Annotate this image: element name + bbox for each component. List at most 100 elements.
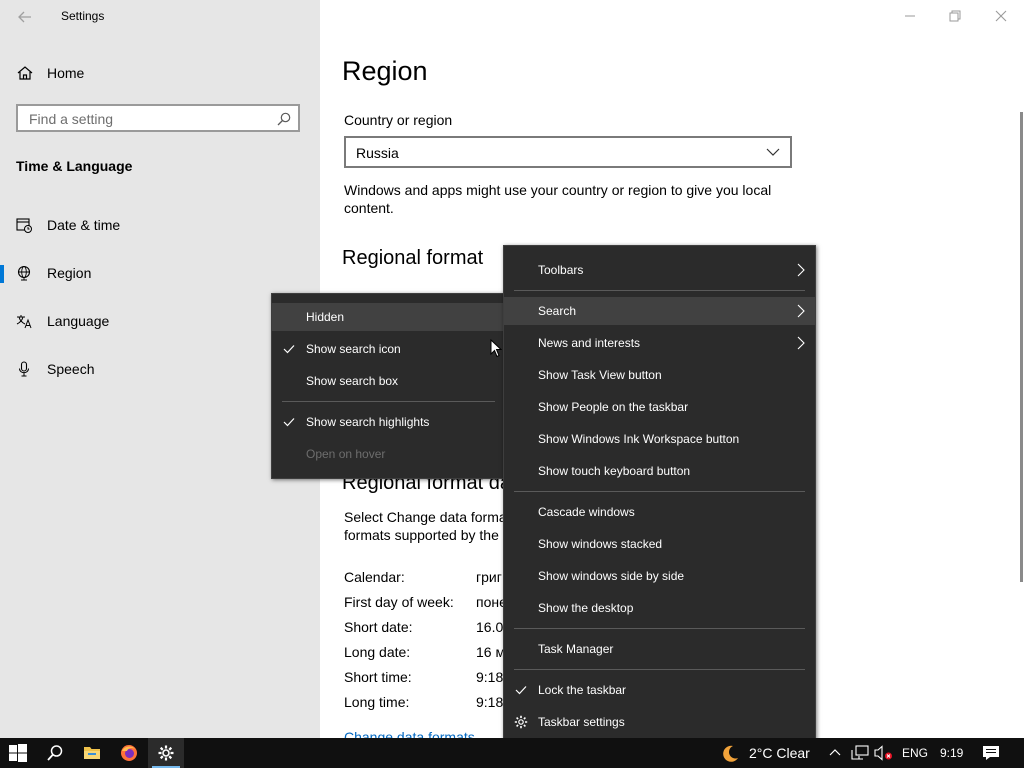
clock[interactable]: 9:19 bbox=[940, 746, 963, 760]
menu-item-taskbar-settings[interactable]: Taskbar settings bbox=[504, 708, 815, 736]
menu-separator bbox=[514, 491, 805, 492]
chevron-up-icon[interactable] bbox=[829, 747, 841, 759]
format-key: Long date: bbox=[344, 644, 411, 660]
taskbar-context-menu: Toolbars Search News and interests Show … bbox=[503, 245, 816, 747]
menu-separator bbox=[282, 401, 495, 402]
checkmark-icon bbox=[283, 418, 295, 427]
menu-item-label: Cascade windows bbox=[538, 505, 635, 519]
menu-item-label: Show search box bbox=[306, 374, 399, 388]
menu-item-label: Taskbar settings bbox=[538, 715, 625, 729]
start-button[interactable] bbox=[0, 738, 36, 768]
calendar-clock-icon bbox=[16, 218, 32, 233]
menu-item-show-ink-workspace[interactable]: Show Windows Ink Workspace button bbox=[504, 425, 815, 453]
gear-icon bbox=[514, 715, 528, 729]
chevron-right-icon bbox=[797, 336, 805, 350]
menu-item-news-and-interests[interactable]: News and interests bbox=[504, 329, 815, 357]
back-button[interactable] bbox=[14, 6, 36, 28]
sidebar-item-region[interactable]: Region bbox=[0, 256, 320, 290]
search-icon bbox=[47, 745, 63, 761]
format-key: First day of week: bbox=[344, 594, 454, 610]
country-value: Russia bbox=[356, 145, 399, 161]
restore-icon bbox=[949, 10, 961, 22]
search-icon[interactable] bbox=[276, 111, 292, 127]
menu-item-cascade-windows[interactable]: Cascade windows bbox=[504, 498, 815, 526]
menu-item-show-task-view[interactable]: Show Task View button bbox=[504, 361, 815, 389]
menu-item-windows-side-by-side[interactable]: Show windows side by side bbox=[504, 562, 815, 590]
microphone-icon bbox=[19, 361, 29, 377]
format-key: Short date: bbox=[344, 619, 413, 635]
menu-item-lock-taskbar[interactable]: Lock the taskbar bbox=[504, 676, 815, 704]
menu-item-show-search-box[interactable]: Show search box bbox=[272, 367, 505, 395]
search-input[interactable] bbox=[27, 110, 271, 128]
home-nav-item[interactable]: Home bbox=[16, 62, 84, 84]
firefox-button[interactable] bbox=[111, 738, 147, 768]
country-label: Country or region bbox=[344, 112, 453, 128]
back-arrow-icon bbox=[18, 11, 31, 23]
gear-icon bbox=[158, 745, 174, 761]
sidebar-item-date-time[interactable]: Date & time bbox=[0, 208, 320, 242]
menu-item-label: Show windows stacked bbox=[538, 537, 663, 551]
volume-muted-icon[interactable] bbox=[874, 745, 894, 761]
minimize-button[interactable] bbox=[887, 0, 933, 32]
chevron-right-icon bbox=[797, 304, 805, 318]
settings-search-box[interactable] bbox=[16, 104, 300, 132]
menu-item-label: Show search icon bbox=[306, 342, 401, 356]
mouse-cursor-icon bbox=[490, 339, 502, 358]
menu-separator bbox=[514, 290, 805, 291]
menu-item-toolbars[interactable]: Toolbars bbox=[504, 256, 815, 284]
menu-item-task-manager[interactable]: Task Manager bbox=[504, 635, 815, 663]
menu-item-label: Show Task View button bbox=[538, 368, 662, 382]
folder-icon bbox=[84, 747, 100, 759]
file-explorer-button[interactable] bbox=[74, 738, 110, 768]
checkmark-icon bbox=[283, 345, 295, 354]
firefox-icon bbox=[121, 745, 137, 761]
menu-item-label: Show the desktop bbox=[538, 601, 634, 615]
menu-item-label: Search bbox=[538, 304, 577, 318]
menu-item-search[interactable]: Search bbox=[504, 297, 815, 325]
action-center-icon[interactable] bbox=[982, 745, 1000, 761]
close-icon bbox=[995, 10, 1007, 22]
menu-item-label: Show windows side by side bbox=[538, 569, 685, 583]
weather-widget[interactable]: 2°C Clear bbox=[749, 745, 810, 761]
settings-taskbar-button[interactable] bbox=[148, 738, 184, 768]
restore-button[interactable] bbox=[932, 0, 978, 32]
format-key: Short time: bbox=[344, 669, 412, 685]
menu-item-label: News and interests bbox=[538, 336, 641, 350]
menu-item-label: Task Manager bbox=[538, 642, 614, 656]
home-icon bbox=[17, 66, 33, 80]
menu-separator bbox=[514, 628, 805, 629]
sidebar-item-label: Date & time bbox=[47, 217, 121, 233]
menu-item-windows-stacked[interactable]: Show windows stacked bbox=[504, 530, 815, 558]
network-icon[interactable] bbox=[851, 745, 869, 761]
format-key: Calendar: bbox=[344, 569, 405, 585]
menu-item-show-desktop[interactable]: Show the desktop bbox=[504, 594, 815, 622]
sidebar-item-label: Speech bbox=[47, 361, 95, 377]
taskbar: 2°C Clear ENG 9:19 bbox=[0, 738, 1024, 768]
menu-item-open-on-hover: Open on hover bbox=[272, 440, 505, 468]
menu-separator bbox=[514, 669, 805, 670]
taskbar-search-button[interactable] bbox=[37, 738, 73, 768]
scrollbar[interactable] bbox=[1020, 112, 1023, 582]
menu-item-show-search-icon[interactable]: Show search icon bbox=[272, 335, 505, 363]
menu-item-show-touch-keyboard[interactable]: Show touch keyboard button bbox=[504, 457, 815, 485]
search-submenu: Hidden Show search icon Show search box … bbox=[271, 293, 506, 479]
regional-format-heading: Regional format bbox=[342, 247, 484, 269]
language-icon bbox=[16, 315, 32, 329]
country-description: Windows and apps might use your country … bbox=[344, 182, 772, 216]
input-language[interactable]: ENG bbox=[902, 746, 928, 760]
windows-logo-icon bbox=[9, 744, 27, 762]
menu-item-label: Lock the taskbar bbox=[538, 683, 627, 697]
section-title: Time & Language bbox=[16, 158, 133, 174]
menu-item-show-search-highlights[interactable]: Show search highlights bbox=[272, 408, 505, 436]
globe-icon bbox=[17, 265, 31, 281]
sidebar-item-label: Region bbox=[47, 265, 92, 281]
menu-item-label: Open on hover bbox=[306, 447, 386, 461]
menu-item-label: Hidden bbox=[306, 310, 345, 324]
checkmark-icon bbox=[515, 686, 527, 695]
menu-item-show-people[interactable]: Show People on the taskbar bbox=[504, 393, 815, 421]
close-button[interactable] bbox=[978, 0, 1024, 32]
chevron-right-icon bbox=[797, 263, 805, 277]
menu-item-label: Toolbars bbox=[538, 263, 584, 277]
country-dropdown[interactable]: Russia bbox=[344, 136, 792, 168]
menu-item-hidden[interactable]: Hidden bbox=[272, 303, 505, 331]
